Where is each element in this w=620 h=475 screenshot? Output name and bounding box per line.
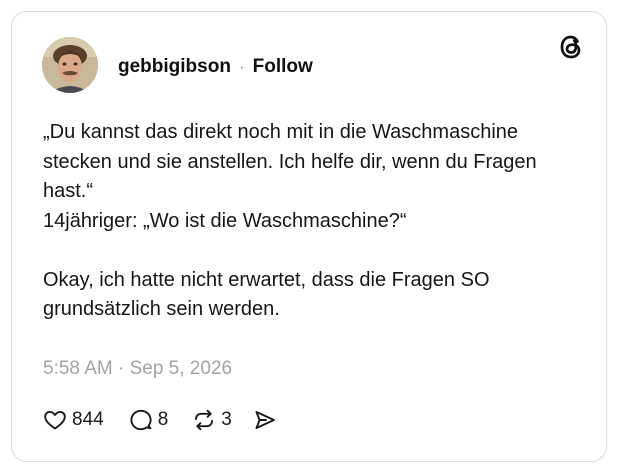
avatar-photo: [42, 37, 98, 93]
like-button[interactable]: 844: [42, 407, 104, 433]
separator-dot: ·: [238, 57, 245, 76]
speech-bubble-icon: [130, 409, 152, 431]
username[interactable]: gebbigibson: [118, 56, 231, 78]
threads-logo-icon[interactable]: [556, 32, 586, 62]
reply-button[interactable]: 8: [128, 407, 169, 433]
post-timestamp[interactable]: 5:58 AM · Sep 5, 2026: [43, 358, 232, 380]
send-icon: [255, 411, 275, 429]
threads-post-card: gebbigibson · Follow „Du kannst das dire…: [11, 11, 607, 462]
follow-button[interactable]: Follow: [253, 56, 313, 78]
heart-icon: [44, 410, 66, 430]
action-bar: 844 8 3: [42, 407, 278, 433]
avatar[interactable]: [42, 37, 98, 93]
repost-button[interactable]: 3: [191, 407, 232, 433]
post-text: „Du kannst das direkt noch mit in die Wa…: [43, 118, 563, 325]
repost-count: 3: [221, 409, 232, 430]
share-button[interactable]: [252, 407, 278, 433]
post-text-paragraph: „Du kannst das direkt noch mit in die Wa…: [43, 121, 537, 202]
reply-count: 8: [157, 409, 169, 430]
like-count: 844: [72, 409, 104, 430]
post-text-paragraph: 14jähriger: „Wo ist die Waschmaschine?“: [43, 209, 407, 232]
post-header: gebbigibson · Follow: [118, 56, 313, 78]
repost-icon: [195, 409, 214, 431]
post-text-paragraph: Okay, ich hatte nicht erwartet, dass die…: [43, 268, 490, 321]
